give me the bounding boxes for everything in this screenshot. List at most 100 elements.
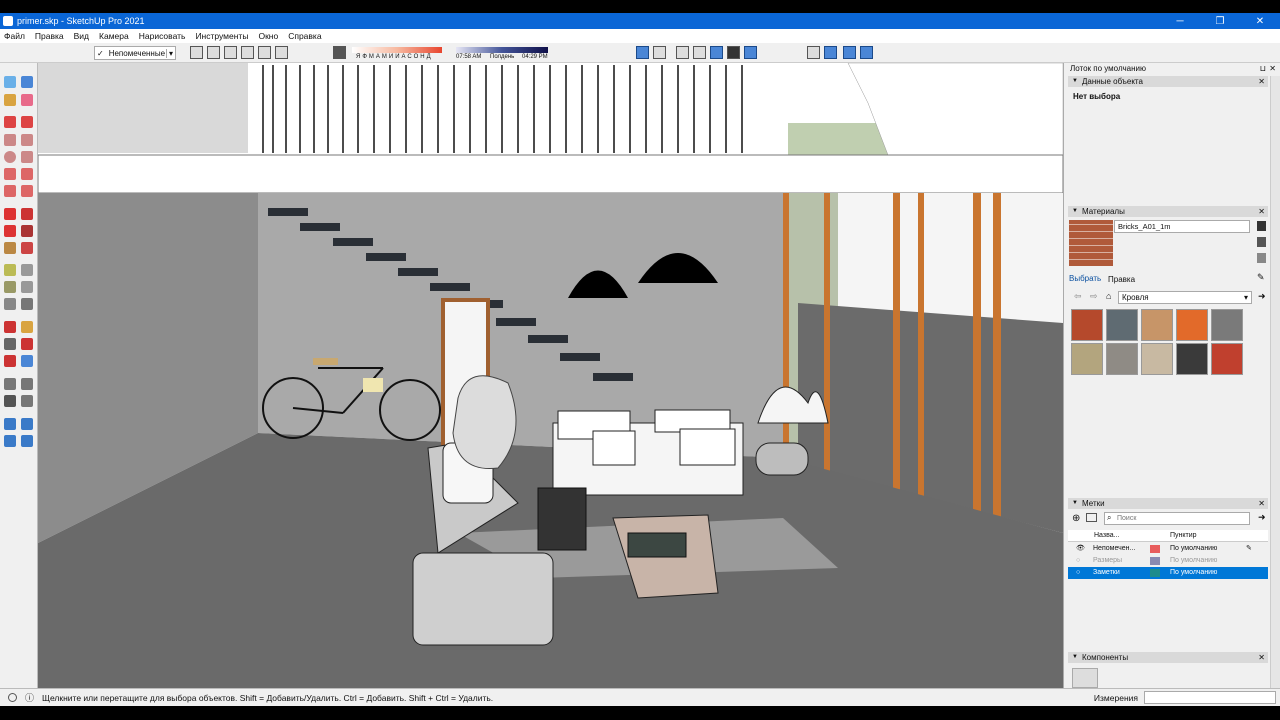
tab-select[interactable]: Выбрать	[1069, 274, 1101, 283]
details-arrow-icon[interactable]: ➜	[1258, 291, 1266, 302]
menu-view[interactable]: Вид	[74, 31, 89, 41]
pin-icon[interactable]: ⊔	[1260, 64, 1266, 73]
walk-icon[interactable]	[4, 395, 16, 407]
menu-help[interactable]: Справка	[288, 31, 321, 41]
follow-me-icon[interactable]	[21, 225, 33, 237]
tape-measure-icon[interactable]	[4, 264, 16, 276]
layout-icon[interactable]	[4, 435, 16, 447]
make-component-icon[interactable]	[21, 76, 33, 88]
rotate-icon[interactable]	[4, 225, 16, 237]
offset-icon[interactable]	[21, 242, 33, 254]
materials-header[interactable]: Материалы ✕	[1068, 206, 1268, 217]
menu-edit[interactable]: Правка	[35, 31, 64, 41]
shaded-icon[interactable]	[710, 46, 723, 59]
tag-row[interactable]: ○ Размеры По умолчанию	[1068, 555, 1268, 567]
section-close-icon[interactable]: ✕	[1258, 206, 1265, 217]
close-button[interactable]: ✕	[1240, 16, 1280, 27]
section-close-icon[interactable]: ✕	[1258, 76, 1265, 87]
wireframe-icon[interactable]	[676, 46, 689, 59]
tags-header[interactable]: Метки ✕	[1068, 498, 1268, 509]
look-around-icon[interactable]	[21, 378, 33, 390]
col-name-header[interactable]: Назва...	[1094, 530, 1119, 542]
tag-color[interactable]	[1150, 569, 1160, 577]
menu-camera[interactable]: Камера	[99, 31, 129, 41]
zoom-icon[interactable]	[4, 338, 16, 350]
material-swatch[interactable]	[1106, 309, 1138, 341]
front-view-icon[interactable]	[860, 46, 873, 59]
section-close-icon[interactable]: ✕	[1258, 652, 1265, 663]
eye-icon[interactable]: ○	[1076, 555, 1080, 567]
material-swatch[interactable]	[1141, 343, 1173, 375]
forward-icon[interactable]: ⇨	[1090, 291, 1098, 302]
tag-selector[interactable]: ✓ Непомеченные ▾	[94, 46, 176, 60]
components-header[interactable]: Компоненты ✕	[1068, 652, 1268, 663]
previous-view-icon[interactable]	[21, 355, 33, 367]
text-tool-icon[interactable]	[21, 281, 33, 293]
menu-file[interactable]: Файл	[4, 31, 25, 41]
material-swatch[interactable]	[1106, 343, 1138, 375]
tag-tool-icon[interactable]	[190, 46, 203, 59]
xray-icon[interactable]	[636, 46, 649, 59]
col-dash-header[interactable]: Пунктир	[1170, 530, 1197, 542]
back-edges-icon[interactable]	[653, 46, 666, 59]
material-swatch[interactable]	[1071, 309, 1103, 341]
shadow-time-slider[interactable]	[456, 47, 548, 53]
model-viewport[interactable]	[38, 63, 1063, 688]
extension-warehouse-icon[interactable]	[21, 418, 33, 430]
line-tool-icon[interactable]	[4, 116, 16, 128]
scale-icon[interactable]	[4, 242, 16, 254]
eyedropper-icon[interactable]: ✎	[1257, 272, 1265, 283]
material-name-field[interactable]: Bricks_A01_1m	[1114, 220, 1250, 233]
rotated-rectangle-icon[interactable]	[21, 134, 33, 146]
move-icon[interactable]	[4, 208, 16, 220]
push-pull-icon[interactable]	[21, 208, 33, 220]
shaded-textures-icon[interactable]	[727, 46, 740, 59]
tab-edit[interactable]: Правка	[1108, 275, 1135, 284]
material-swatch[interactable]	[1211, 343, 1243, 375]
axes-tool-icon[interactable]	[4, 298, 16, 310]
default-material-icon[interactable]	[1257, 253, 1266, 263]
pan-icon[interactable]	[21, 321, 33, 333]
warehouse-icon[interactable]	[4, 418, 16, 430]
tag-dash[interactable]: По умолчанию	[1170, 567, 1217, 579]
house-outline-icon[interactable]	[241, 46, 254, 59]
tag-row[interactable]: 👁 Непомечен... По умолчанию ✎	[1068, 543, 1268, 555]
menu-window[interactable]: Окно	[258, 31, 278, 41]
material-swatch[interactable]	[1071, 343, 1103, 375]
polygon-icon[interactable]	[21, 151, 33, 163]
protractor-icon[interactable]	[4, 281, 16, 293]
add-tag-icon[interactable]: ⊕	[1072, 513, 1080, 524]
shadow-toggle-icon[interactable]	[333, 46, 346, 59]
menu-tools[interactable]: Инструменты	[195, 31, 248, 41]
eye-icon[interactable]: 👁	[1076, 543, 1085, 555]
measurements-field[interactable]	[1144, 691, 1276, 704]
freehand-icon[interactable]	[21, 116, 33, 128]
back-icon[interactable]: ⇦	[1074, 291, 1082, 302]
two-point-arc-icon[interactable]	[21, 168, 33, 180]
three-point-arc-icon[interactable]	[4, 185, 16, 197]
menu-draw[interactable]: Нарисовать	[139, 31, 186, 41]
dimension-icon[interactable]	[21, 264, 33, 276]
arc-icon[interactable]	[4, 168, 16, 180]
monochrome-icon[interactable]	[744, 46, 757, 59]
tag-dash[interactable]: По умолчанию	[1170, 555, 1217, 567]
shadow-date-slider[interactable]	[352, 47, 442, 53]
zoom-window-icon[interactable]	[21, 338, 33, 350]
material-category-select[interactable]: Кровля ▾	[1118, 291, 1252, 304]
tag-color[interactable]	[1150, 557, 1160, 565]
details-arrow-icon[interactable]: ➜	[1258, 512, 1266, 523]
house-open-icon[interactable]	[258, 46, 271, 59]
sample-paint-icon[interactable]	[1257, 237, 1266, 247]
rectangle-icon[interactable]	[4, 134, 16, 146]
house-icon[interactable]	[224, 46, 237, 59]
help-icon[interactable]: ⓘ	[25, 691, 34, 704]
select-tool-icon[interactable]	[4, 76, 16, 88]
section-close-icon[interactable]: ✕	[1258, 498, 1265, 509]
tray-close-icon[interactable]: ✕	[1269, 64, 1276, 73]
extension-manager-icon[interactable]	[21, 435, 33, 447]
position-camera-icon[interactable]	[4, 378, 16, 390]
material-swatch[interactable]	[1176, 343, 1208, 375]
orbit-icon[interactable]	[4, 321, 16, 333]
3d-text-icon[interactable]	[21, 298, 33, 310]
material-swatch[interactable]	[1141, 309, 1173, 341]
